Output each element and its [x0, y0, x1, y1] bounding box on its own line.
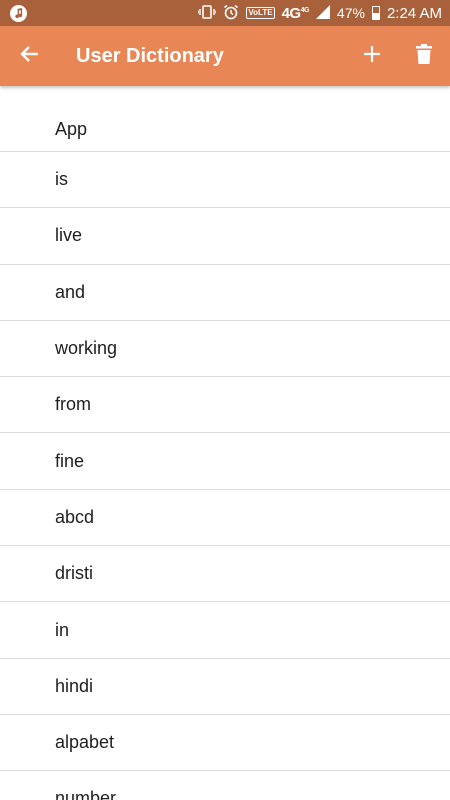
word-item[interactable]: from — [0, 377, 450, 434]
network-type: 4G4G — [281, 4, 310, 22]
alarm-icon — [223, 4, 239, 23]
status-bar: VoLTE 4G4G 47% 2:24 AM — [0, 0, 450, 26]
volte-badge: VoLTE — [246, 7, 275, 19]
word-item[interactable]: and — [0, 265, 450, 321]
delete-button[interactable] — [398, 26, 450, 86]
word-item[interactable]: live — [0, 208, 450, 265]
arrow-back-icon — [20, 44, 40, 69]
app-bar: User Dictionary — [0, 26, 450, 86]
plus-icon — [363, 45, 381, 68]
word-item[interactable]: is — [0, 152, 450, 209]
trash-icon — [416, 43, 432, 69]
word-item[interactable]: hindi — [0, 659, 450, 715]
word-item[interactable]: in — [0, 602, 450, 659]
word-list: App is live and working from fine abcd d… — [0, 86, 450, 800]
page-title: User Dictionary — [76, 44, 224, 67]
signal-icon — [315, 4, 330, 22]
word-item[interactable]: dristi — [0, 546, 450, 603]
vibrate-icon — [197, 4, 218, 22]
battery-icon — [371, 6, 380, 20]
word-item[interactable]: alpabet — [0, 715, 450, 772]
add-word-button[interactable] — [346, 26, 398, 86]
word-item[interactable]: fine — [0, 433, 450, 490]
word-item[interactable]: number — [0, 771, 450, 800]
word-item[interactable]: App — [0, 86, 450, 152]
music-note-icon — [10, 4, 27, 22]
word-item[interactable]: working — [0, 321, 450, 378]
back-button[interactable] — [0, 26, 60, 86]
clock: 2:24 AM — [386, 4, 442, 22]
word-item[interactable]: abcd — [0, 490, 450, 547]
battery-percent: 47% — [336, 5, 365, 21]
